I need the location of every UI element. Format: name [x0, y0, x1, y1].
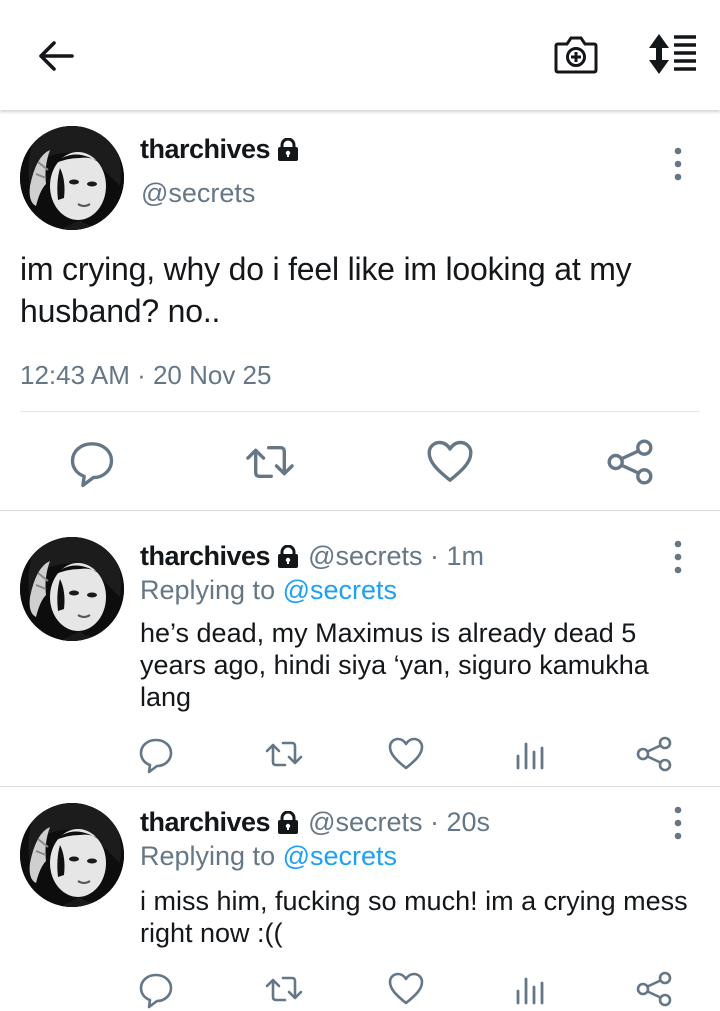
replying-prefix: Replying to [140, 575, 276, 605]
reply-tweet[interactable]: tharchives @secrets · 1m Replying to @se… [0, 511, 720, 786]
analytics-icon[interactable] [510, 734, 550, 774]
reply-header: tharchives @secrets · 1m [140, 541, 484, 572]
reply-header: tharchives @secrets · 20s [140, 807, 490, 838]
author-handle[interactable]: @secrets [141, 178, 255, 209]
divider [20, 411, 700, 412]
profile-photo [20, 537, 124, 641]
share-icon[interactable] [634, 734, 674, 774]
like-icon[interactable] [386, 969, 426, 1009]
more-options-icon[interactable] [666, 537, 690, 577]
display-name[interactable]: tharchives [140, 134, 271, 165]
reply-icon[interactable] [136, 734, 176, 774]
replying-to: Replying to @secrets [140, 575, 397, 606]
like-icon[interactable] [386, 734, 426, 774]
share-icon[interactable] [604, 436, 656, 488]
display-name[interactable]: tharchives [140, 807, 271, 838]
retweet-icon[interactable] [264, 969, 304, 1009]
share-icon[interactable] [634, 969, 674, 1009]
lock-icon [276, 545, 300, 569]
author-name[interactable]: tharchives [140, 134, 300, 165]
back-button[interactable] [34, 34, 78, 78]
retweet-icon[interactable] [264, 734, 304, 774]
camera-add-icon [554, 36, 598, 74]
avatar[interactable] [20, 803, 124, 907]
main-tweet: tharchives @secrets im crying, why do i … [0, 110, 720, 510]
lock-icon [276, 138, 300, 162]
reply-actions [0, 969, 720, 1009]
mention-link[interactable]: @secrets [283, 575, 397, 605]
handle-and-time: @secrets · 1m [308, 541, 485, 571]
profile-photo [20, 126, 124, 230]
retweet-icon[interactable] [244, 436, 296, 488]
lock-icon [276, 811, 300, 835]
analytics-icon[interactable] [510, 969, 550, 1009]
tweet-actions [0, 436, 720, 488]
handle-and-time: @secrets · 20s [308, 807, 491, 837]
more-options-icon[interactable] [666, 803, 690, 843]
replying-to: Replying to @secrets [140, 841, 397, 872]
reply-icon[interactable] [136, 969, 176, 1009]
top-app-bar [0, 0, 720, 110]
sort-list-icon [649, 34, 696, 74]
camera-button[interactable] [552, 32, 600, 76]
reply-text: he’s dead, my Maximus is already dead 5 … [140, 618, 649, 712]
avatar[interactable] [20, 537, 124, 641]
reply-tweet[interactable]: tharchives @secrets · 20s Replying to @s… [0, 787, 720, 1011]
tweet-timestamp: 12:43 AM · 20 Nov 25 [20, 360, 272, 390]
like-icon[interactable] [424, 436, 476, 488]
arrow-left-icon [39, 41, 74, 71]
profile-photo [20, 803, 124, 907]
tweet-text: im crying, why do i feel like im looking… [20, 251, 632, 329]
reply-actions [0, 734, 720, 774]
mention-link[interactable]: @secrets [283, 841, 397, 871]
sort-button[interactable] [644, 32, 698, 76]
reply-text: i miss him, fucking so much! im a crying… [140, 886, 688, 948]
display-name[interactable]: tharchives [140, 541, 271, 572]
avatar[interactable] [20, 126, 124, 230]
more-options-icon[interactable] [666, 144, 690, 184]
reply-icon[interactable] [66, 436, 118, 488]
replying-prefix: Replying to [140, 841, 276, 871]
